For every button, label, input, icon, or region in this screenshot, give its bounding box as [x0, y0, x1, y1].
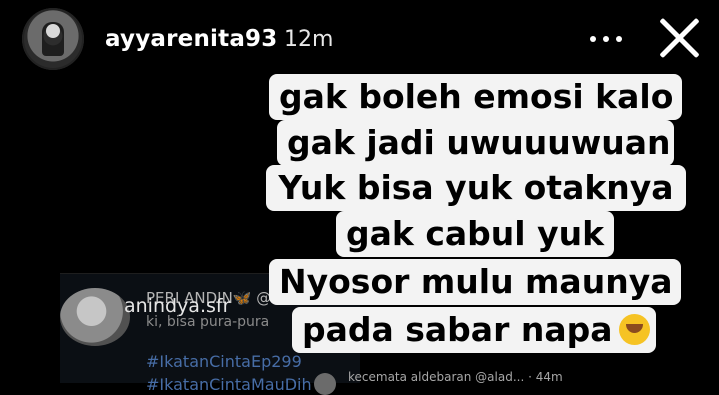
caption-line: gak jadi uwuuuwuan: [277, 120, 674, 166]
background-post: PERI ANDIN🦋 @a ki, bisa pura-pura anindy…: [60, 273, 563, 395]
avatar-face: [46, 24, 60, 38]
reply-avatar: [314, 373, 336, 395]
close-icon[interactable]: [656, 14, 704, 62]
hashtag-2[interactable]: #IkatanCintaMauDih: [146, 375, 312, 394]
caption-line: Yuk bisa yuk otaknya: [266, 165, 686, 211]
mention-tag[interactable]: anindya.sfr: [124, 295, 230, 317]
username[interactable]: ayyarenita93: [105, 26, 277, 52]
hashtag-1[interactable]: #IkatanCintaEp299: [146, 352, 302, 371]
post-avatar: [60, 288, 130, 346]
caption-line: gak cabul yuk: [336, 211, 614, 257]
laughing-emoji-icon: [618, 314, 650, 345]
more-options-icon[interactable]: [584, 22, 628, 54]
story-timestamp: 12m: [284, 27, 334, 52]
caption-line: gak boleh emosi kalo: [269, 74, 682, 120]
story-header: ayyarenita93 12m: [0, 0, 719, 80]
profile-avatar[interactable]: [22, 8, 84, 70]
